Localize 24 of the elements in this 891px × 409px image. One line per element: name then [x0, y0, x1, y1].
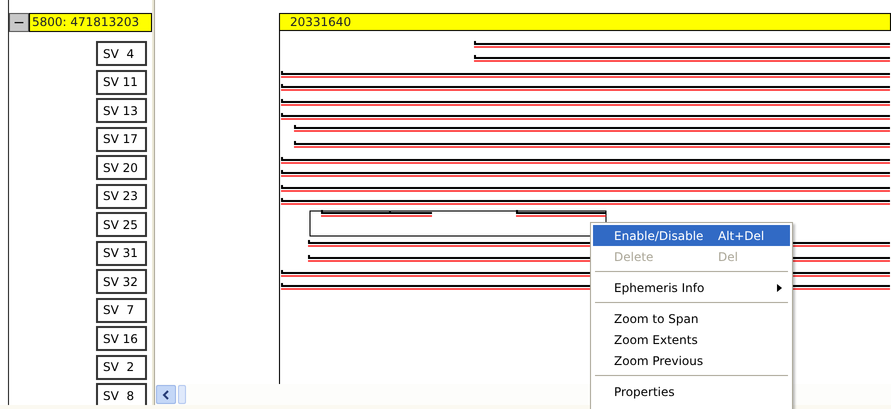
- menu-item[interactable]: Zoom to Span: [593, 308, 790, 329]
- satellite-button[interactable]: SV 25: [96, 212, 147, 237]
- submenu-arrow-icon: [777, 284, 782, 292]
- satellite-button[interactable]: SV 32: [96, 269, 147, 294]
- satellite-button[interactable]: SV 7: [96, 298, 147, 322]
- scroll-left-button[interactable]: [156, 385, 176, 404]
- menu-item[interactable]: Ephemeris Info: [593, 277, 790, 298]
- receiver-label: 5800: 471813203: [29, 13, 152, 32]
- satellite-button[interactable]: SV 17: [96, 126, 147, 152]
- collapse-button[interactable]: −: [9, 13, 29, 32]
- scrollbar-thumb[interactable]: [178, 385, 186, 404]
- menu-item[interactable]: Properties: [593, 381, 790, 402]
- satellite-button[interactable]: SV 13: [96, 98, 147, 123]
- satellite-button[interactable]: SV 2: [96, 354, 147, 380]
- satellite-button[interactable]: SV 31: [96, 240, 147, 266]
- menu-item[interactable]: Zoom Extents: [593, 329, 790, 350]
- satellite-button[interactable]: SV 4: [96, 41, 147, 66]
- menu-item[interactable]: Zoom Previous: [593, 350, 790, 371]
- timeline-header: 20331640: [280, 13, 891, 31]
- satellite-button[interactable]: SV 23: [96, 184, 147, 208]
- satellite-button[interactable]: SV 16: [96, 326, 147, 351]
- menu-item[interactable]: Enable/Disable Alt+Del: [593, 225, 790, 246]
- satellite-button[interactable]: SV 20: [96, 155, 147, 180]
- satellite-button[interactable]: SV 11: [96, 70, 147, 94]
